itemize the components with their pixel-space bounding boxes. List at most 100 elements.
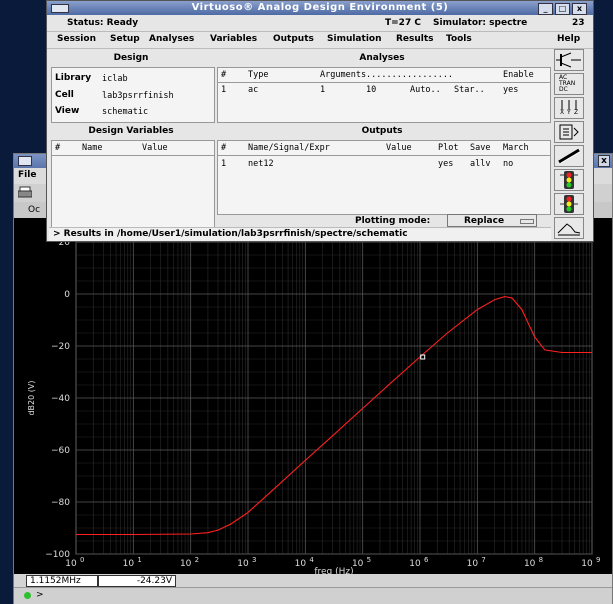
- close-icon[interactable]: x: [572, 3, 587, 15]
- col-enable: Enable: [503, 70, 534, 80]
- status-text: Status: Ready: [67, 18, 139, 28]
- menu-tools[interactable]: Tools: [446, 34, 472, 44]
- analyses-table[interactable]: # Type Arguments................. Enable…: [217, 67, 551, 123]
- plotting-mode-select[interactable]: Replace: [447, 214, 537, 227]
- cell-label: Cell: [55, 90, 74, 100]
- transistor-symbol-icon[interactable]: [554, 49, 584, 71]
- window-menu-icon[interactable]: [18, 156, 32, 166]
- analyses-header: # Type Arguments................. Enable: [218, 68, 550, 83]
- cell-march: no: [503, 159, 514, 169]
- readout-x: 1.1152MHz: [26, 575, 98, 587]
- menu-setup[interactable]: Setup: [110, 34, 140, 44]
- cell-enable: yes: [503, 85, 519, 95]
- x-tick-label: 10: [65, 559, 77, 569]
- col-save: Save: [470, 143, 491, 153]
- cell-arg: 10: [366, 85, 377, 95]
- x-tick-label: 10: [237, 559, 249, 569]
- col-value: Value: [386, 143, 412, 153]
- view-value: schematic: [102, 107, 149, 117]
- maximize-icon[interactable]: □: [555, 3, 570, 15]
- menu-file[interactable]: File: [18, 170, 36, 180]
- table-row[interactable]: 1 net12 yes allv no: [218, 158, 550, 170]
- dropdown-indicator-icon: [520, 219, 534, 224]
- menu-variables[interactable]: Variables: [210, 34, 257, 44]
- cell-save: allv: [470, 159, 491, 169]
- x-tick-exponent: 7: [481, 556, 485, 564]
- status-row: Status: Ready T=27 C Simulator: spectre …: [47, 15, 593, 30]
- x-tick-label: 10: [409, 559, 421, 569]
- plotting-mode-value: Replace: [464, 216, 505, 226]
- x-tick-exponent: 6: [424, 556, 429, 564]
- menu-session[interactable]: Session: [57, 34, 96, 44]
- variable-x: X: [560, 109, 565, 116]
- variable-z: Z: [574, 109, 579, 116]
- plot-outputs-icon[interactable]: [554, 217, 584, 239]
- run-simulation-icon[interactable]: [554, 169, 584, 191]
- outputs-heading: Outputs: [361, 126, 403, 136]
- menu-analyses[interactable]: Analyses: [149, 34, 194, 44]
- y-axis-label: dB20 (V): [27, 380, 36, 415]
- analyses-heading: Analyses: [359, 53, 405, 63]
- cell-signal: net12: [248, 159, 274, 169]
- x-tick-label: 10: [467, 559, 479, 569]
- tab-label[interactable]: Oc: [28, 205, 40, 215]
- cell-arg: 1: [320, 85, 326, 95]
- col-num: #: [55, 143, 61, 153]
- y-tick-label: 0: [64, 290, 70, 300]
- readout-bar: 1.1152MHz -24.23V: [14, 574, 612, 587]
- x-tick-exponent: 9: [596, 556, 600, 564]
- plotting-mode-label: Plotting mode:: [355, 216, 431, 226]
- table-row[interactable]: 1 ac 1 10 Auto.. Star.. yes: [218, 84, 550, 96]
- menu-simulation[interactable]: Simulation: [327, 34, 382, 44]
- minimize-icon[interactable]: _: [538, 3, 553, 15]
- outputs-table[interactable]: # Name/Signal/Expr Value Plot Save March…: [217, 140, 551, 215]
- menu-help[interactable]: Help: [557, 34, 580, 44]
- analysis-choice-icon[interactable]: AC TRAN DC: [554, 73, 584, 95]
- command-prompt[interactable]: >: [36, 590, 44, 600]
- y-tick-label: −40: [51, 394, 70, 404]
- stop-simulation-icon[interactable]: [554, 193, 584, 215]
- x-tick-exponent: 3: [252, 556, 256, 564]
- menu-results[interactable]: Results: [396, 34, 434, 44]
- netlist-run-icon[interactable]: [554, 145, 584, 167]
- outputs-icon[interactable]: [554, 121, 584, 143]
- variables-header: # Name Value: [52, 141, 214, 156]
- menubar: Session Setup Analyses Variables Outputs…: [47, 31, 593, 49]
- close-icon[interactable]: x: [598, 155, 610, 167]
- x-tick-label: 10: [123, 559, 135, 569]
- x-tick-exponent: 1: [137, 556, 141, 564]
- x-tick-label: 10: [524, 559, 536, 569]
- results-path: > Results in /home/User1/simulation/lab3…: [53, 229, 408, 239]
- variables-icon[interactable]: X Y Z: [554, 97, 584, 119]
- design-variables-table[interactable]: # Name Value: [51, 140, 215, 232]
- design-heading: Design: [113, 53, 149, 63]
- variable-y: Y: [567, 109, 571, 116]
- analysis-dc: DC: [559, 86, 568, 93]
- design-panel: Library iclab Cell lab3psrrfinish View s…: [51, 67, 215, 123]
- readout-y: -24.23V: [98, 575, 176, 587]
- col-type: Type: [248, 70, 269, 80]
- y-tick-label: −20: [51, 342, 70, 352]
- x-tick-exponent: 0: [80, 556, 84, 564]
- cell-plot: yes: [438, 159, 454, 169]
- x-tick-label: 10: [352, 559, 364, 569]
- outputs-header: # Name/Signal/Expr Value Plot Save March: [218, 141, 550, 156]
- menu-outputs[interactable]: Outputs: [273, 34, 314, 44]
- window-title: Virtuoso® Analog Design Environment (5): [191, 2, 449, 13]
- y-tick-label: −80: [51, 498, 70, 508]
- x-tick-label: 10: [295, 559, 307, 569]
- col-num: #: [221, 143, 227, 153]
- cell-type: ac: [248, 85, 259, 95]
- x-tick-exponent: 4: [309, 556, 314, 564]
- simulator: Simulator: spectre: [433, 18, 528, 28]
- col-name: Name: [82, 143, 103, 153]
- ac-response-chart[interactable]: 200−20−40−60−80−10010 0 10 1 10 2 10 3 10 4 10 5 10 6…: [14, 218, 612, 577]
- ade-titlebar: Virtuoso® Analog Design Environment (5) …: [47, 1, 593, 15]
- x-tick-label: 10: [581, 559, 593, 569]
- col-name-signal: Name/Signal/Expr: [248, 143, 330, 153]
- x-tick-exponent: 5: [367, 556, 371, 564]
- printer-icon[interactable]: [17, 186, 33, 198]
- temperature: T=27 C: [385, 18, 421, 28]
- session-number: 23: [572, 18, 585, 28]
- plot-area[interactable]: 20 0 −20 −40 −60 −80 −100 10 0 10 1 10 2 10 3 10 4 10 5 10 6…: [14, 218, 612, 577]
